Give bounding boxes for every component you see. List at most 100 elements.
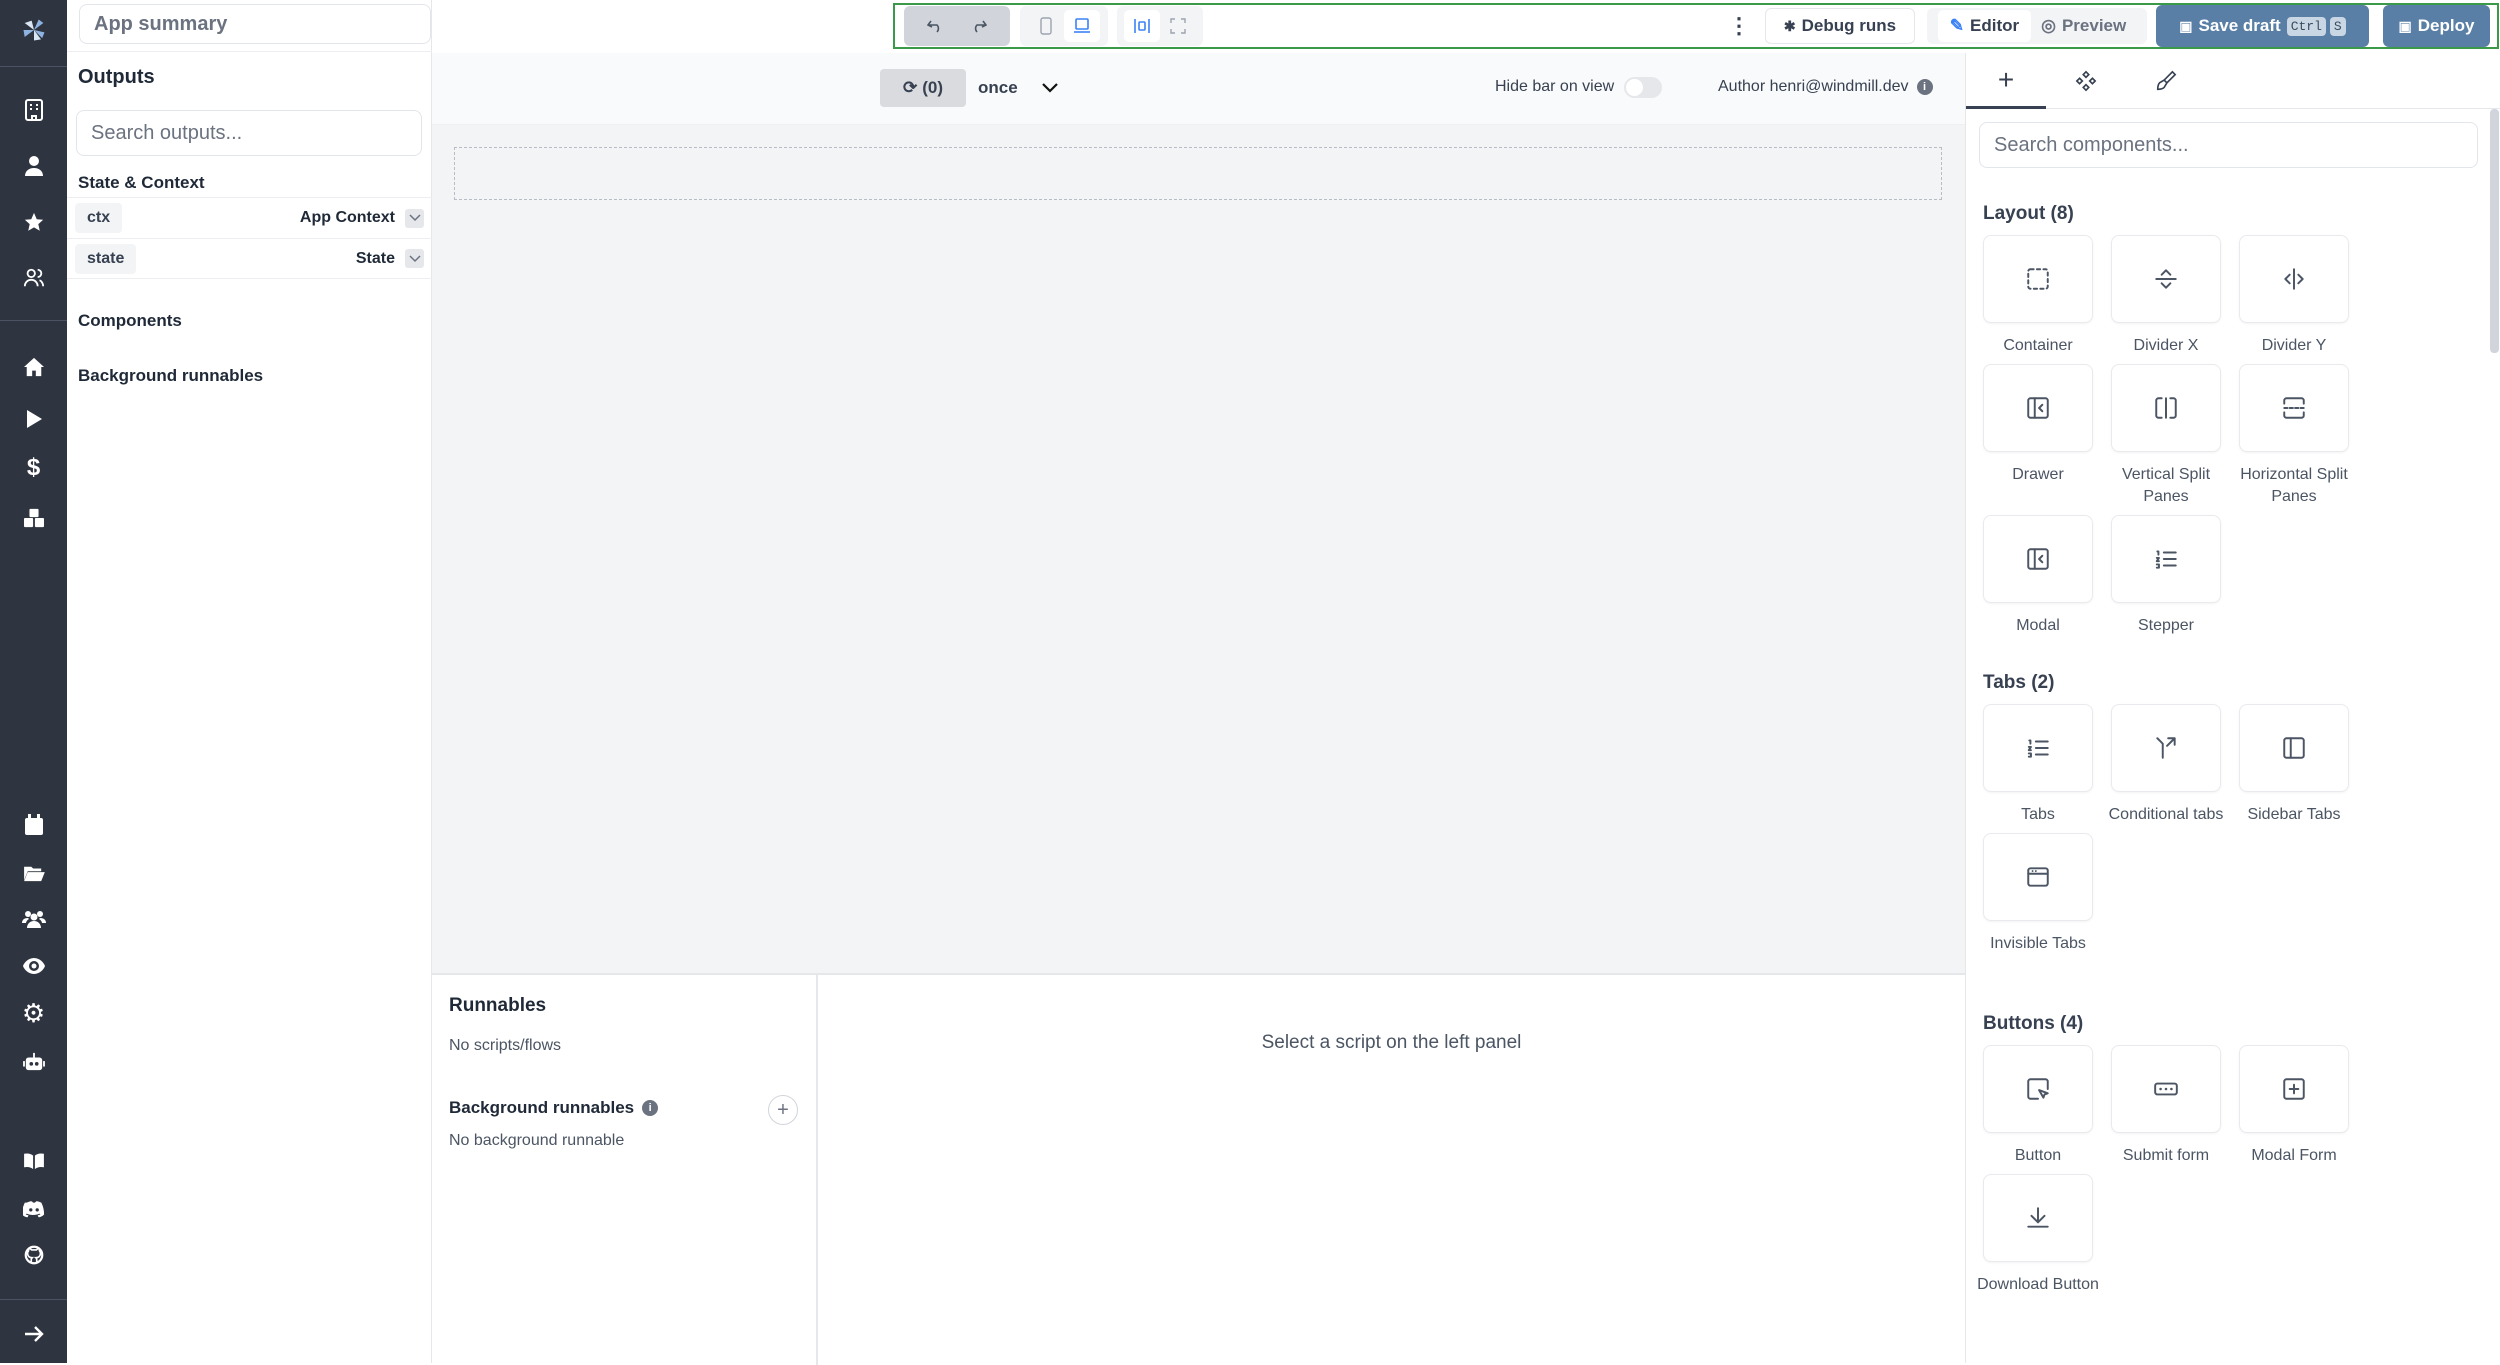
tab-component[interactable] (2046, 53, 2126, 109)
output-row-ctx[interactable]: ctx App Context (67, 197, 432, 238)
discord-icon[interactable] (18, 1193, 49, 1224)
groups-icon[interactable] (18, 903, 49, 934)
tab-insert[interactable]: + (1966, 53, 2046, 109)
save-icon: ▣ (2179, 17, 2193, 34)
runnables-panel: Runnables No scripts/flows Background ru… (432, 973, 1965, 1365)
chevron-down-icon[interactable] (405, 249, 424, 268)
background-runnables-empty: No background runnable (449, 1132, 625, 1149)
search-components-input[interactable]: Search components... (1979, 122, 2478, 168)
component-card[interactable] (2111, 1045, 2221, 1133)
component-stepper[interactable]: Stepper (2111, 515, 2221, 637)
select-script-hint: Select a script on the left panel (1261, 1032, 1522, 1053)
component-vertical-split-panes[interactable]: Vertical Split Panes (2111, 364, 2221, 508)
folder-open-icon[interactable] (18, 857, 49, 888)
eye-icon: ◎ (2041, 16, 2056, 35)
component-button[interactable]: Button (1983, 1045, 2093, 1167)
component-card[interactable] (1983, 235, 2093, 323)
component-container[interactable]: Container (1983, 235, 2093, 357)
kbd-ctrl: Ctrl (2286, 16, 2326, 36)
add-background-runnable-button[interactable]: + (768, 1095, 798, 1125)
editor-tab[interactable]: ✎ Editor (1937, 10, 2032, 42)
component-card[interactable] (1983, 704, 2093, 792)
mobile-view-icon[interactable] (1028, 10, 1064, 42)
component-label: Conditional tabs (2108, 806, 2224, 823)
component-submit-form[interactable]: Submit form (2111, 1045, 2221, 1167)
component-drawer[interactable]: Drawer (1983, 364, 2093, 508)
deploy-button[interactable]: ▣ Deploy (2383, 5, 2490, 47)
play-icon[interactable] (18, 403, 49, 434)
component-divider-y[interactable]: Divider Y (2239, 235, 2349, 357)
component-label: Vertical Split Panes (2121, 466, 2211, 505)
component-card[interactable] (2111, 235, 2221, 323)
app-summary-input[interactable]: App summary (79, 4, 431, 44)
output-row-state[interactable]: state State (67, 238, 432, 279)
star-icon[interactable] (18, 206, 49, 237)
device-toggle-group (1020, 6, 1108, 46)
redo-icon[interactable] (971, 19, 987, 33)
info-icon[interactable]: i (642, 1100, 659, 1116)
building-icon[interactable] (18, 94, 49, 125)
book-icon[interactable] (18, 1145, 49, 1176)
component-card[interactable] (2111, 704, 2221, 792)
boxes-icon[interactable] (18, 502, 49, 533)
eye-icon[interactable] (18, 950, 49, 981)
calendar-icon[interactable] (18, 809, 49, 840)
save-draft-button[interactable]: ▣ Save draft Ctrl S (2156, 5, 2369, 47)
chevron-down-icon[interactable] (405, 208, 424, 228)
component-card[interactable] (1983, 1045, 2093, 1133)
fit-width-icon[interactable] (1124, 10, 1160, 42)
component-card[interactable] (1983, 833, 2093, 921)
component-divider-x[interactable]: Divider X (2111, 235, 2221, 357)
component-tabs[interactable]: Tabs (1983, 704, 2093, 826)
expand-sidebar-arrow-icon[interactable] (18, 1318, 49, 1349)
component-card[interactable] (2111, 515, 2221, 603)
component-label: Download Button (1977, 1276, 2099, 1293)
refresh-button[interactable]: ⟳ (0) (880, 69, 966, 107)
more-options-icon[interactable]: ⋮ (1728, 8, 1750, 44)
component-label: Tabs (2021, 806, 2055, 823)
search-outputs-input[interactable]: Search outputs... (76, 110, 422, 156)
robot-icon[interactable] (18, 1046, 49, 1077)
hide-bar-toggle[interactable] (1624, 77, 1662, 98)
home-icon[interactable] (18, 351, 49, 382)
empty-grid-placeholder[interactable] (454, 147, 1942, 200)
component-horizontal-split-panes[interactable]: Horizontal Split Panes (2239, 364, 2349, 508)
output-key: ctx (75, 203, 123, 233)
component-card[interactable] (1983, 364, 2093, 452)
component-invisible-tabs[interactable]: Invisible Tabs (1983, 833, 2093, 955)
editor-label: Editor (1970, 16, 2020, 35)
component-conditional-tabs[interactable]: Conditional tabs (2109, 704, 2223, 826)
undo-icon[interactable] (927, 19, 943, 33)
component-card[interactable] (2111, 364, 2221, 452)
refresh-mode-select[interactable]: once (978, 69, 1058, 107)
debug-runs-button[interactable]: ✱ Debug runs (1765, 8, 1915, 44)
component-card[interactable] (1983, 1174, 2093, 1262)
scrollbar[interactable] (2490, 109, 2499, 353)
component-card[interactable] (2239, 704, 2349, 792)
info-icon[interactable]: i (1916, 79, 1933, 95)
component-card[interactable] (1983, 515, 2093, 603)
section-heading: Layout (8) (1983, 203, 2074, 224)
component-label: Modal (2016, 617, 2060, 634)
component-card[interactable] (2239, 364, 2349, 452)
windmill-logo-icon[interactable] (18, 14, 49, 45)
component-modal-form[interactable]: Modal Form (2239, 1045, 2349, 1167)
fullscreen-icon[interactable] (1160, 10, 1196, 42)
section-heading: Tabs (2) (1983, 672, 2055, 693)
github-icon[interactable] (18, 1239, 49, 1270)
user-icon[interactable] (18, 150, 49, 181)
debug-runs-label: Debug runs (1801, 16, 1897, 35)
gear-icon[interactable]: ⚙ (18, 998, 49, 1029)
component-card[interactable] (2239, 235, 2349, 323)
desktop-view-icon[interactable] (1064, 10, 1100, 42)
dollar-icon[interactable]: $ (18, 452, 49, 483)
tab-theme[interactable] (2126, 53, 2206, 109)
outputs-panel: App summary Outputs Search outputs... St… (67, 0, 432, 1363)
preview-tab[interactable]: ◎ Preview (2031, 16, 2136, 36)
component-card[interactable] (2239, 1045, 2349, 1133)
users-icon[interactable] (18, 262, 49, 293)
panel-left-icon (2025, 395, 2051, 421)
component-download-button[interactable]: Download Button (1977, 1174, 2099, 1296)
component-modal[interactable]: Modal (1983, 515, 2093, 637)
component-sidebar-tabs[interactable]: Sidebar Tabs (2239, 704, 2349, 826)
